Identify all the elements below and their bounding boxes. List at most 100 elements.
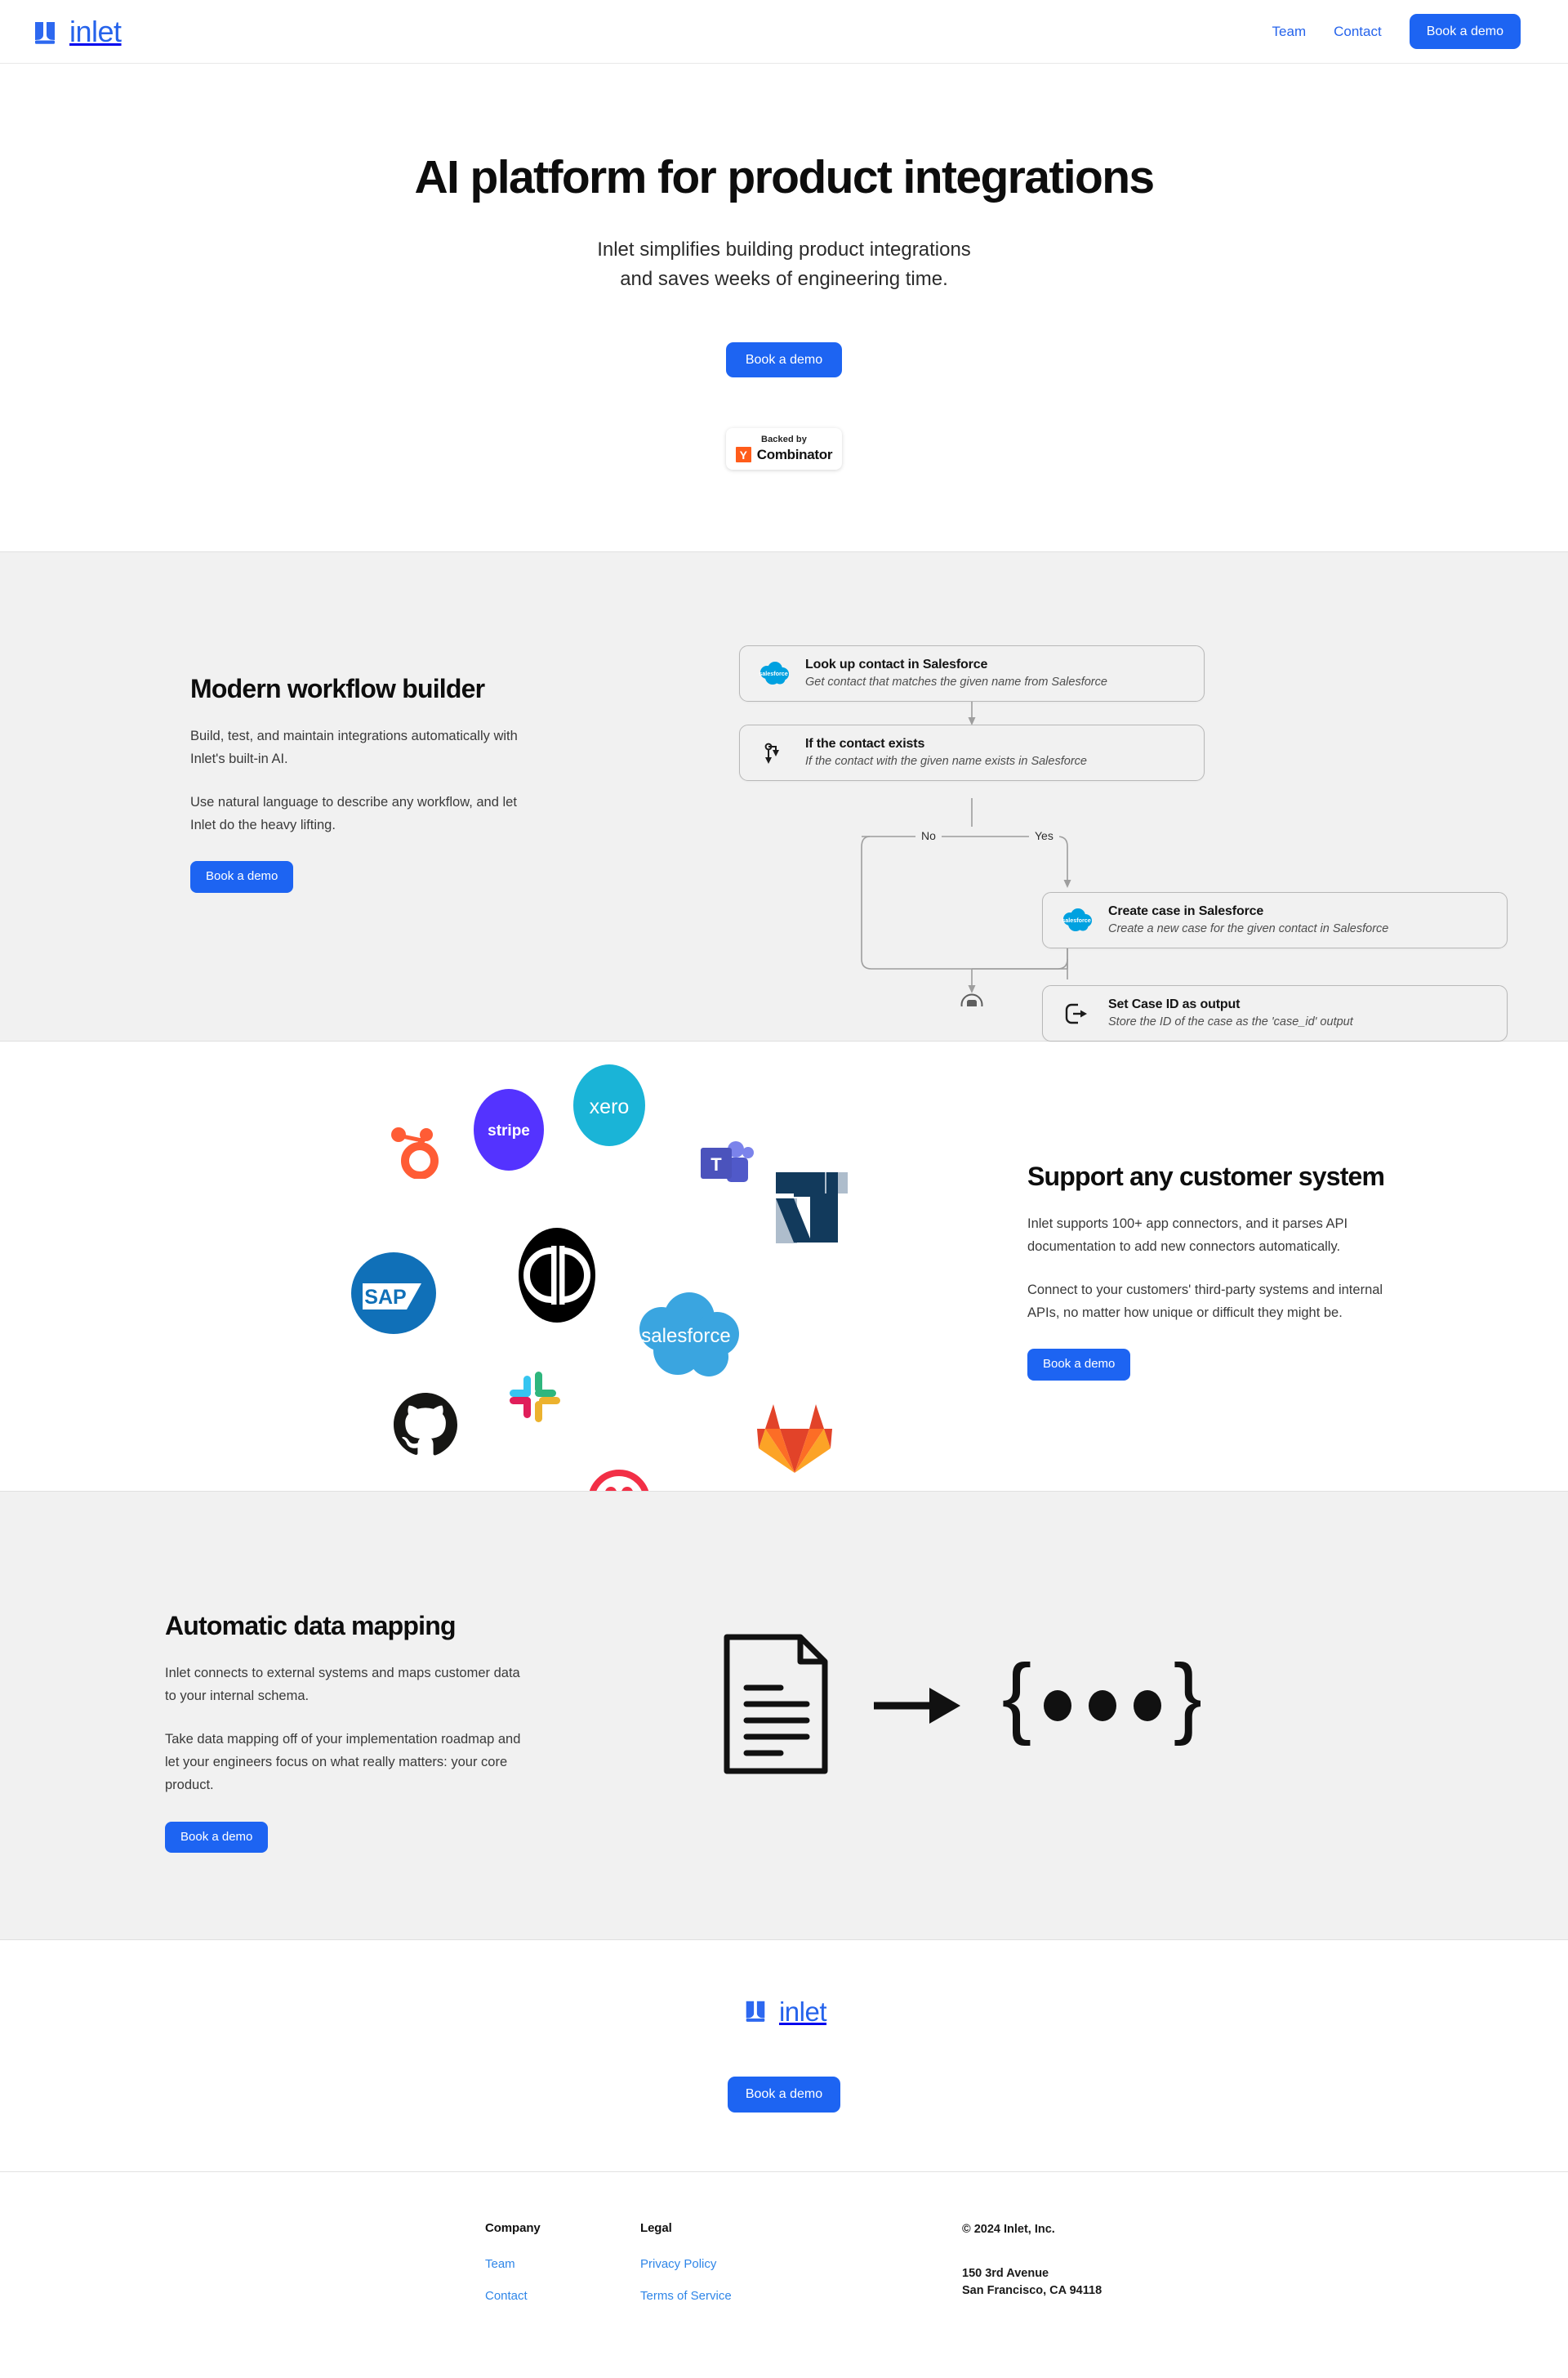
connectors-paragraph-2: Connect to your customers' third-party s… (1027, 1282, 1383, 1320)
document-icon (724, 1634, 828, 1774)
footer-book-demo-button[interactable]: Book a demo (727, 2077, 841, 2113)
hubspot-logo (384, 1118, 444, 1183)
ycombinator-y-icon: Y (735, 447, 751, 463)
workflow-node-description: Store the ID of the case as the 'case_id… (1108, 1015, 1353, 1029)
footer-link-contact[interactable]: Contact (485, 2289, 541, 2303)
connector-logo-cloud: stripe xero T SAP salesforce (351, 1064, 923, 1533)
nav-link-contact[interactable]: Contact (1334, 24, 1382, 40)
workflow-node-text: Look up contact in Salesforce Get contac… (805, 657, 1107, 690)
connectors-paragraph-1: Inlet supports 100+ app connectors, and … (1027, 1216, 1348, 1255)
branch-icon (755, 738, 792, 768)
netsuite-logo (776, 1167, 848, 1253)
sap-logo: SAP (351, 1252, 436, 1338)
footer-brand-logo-link[interactable]: inlet (742, 1996, 827, 2027)
hero-subtitle: Inlet simplifies building product integr… (0, 235, 1568, 295)
workflow-diagram: salesforce Look up contact in Salesforce… (739, 622, 1523, 1042)
footer-cta-wrap: Book a demo (0, 2077, 1568, 2113)
hero-subtitle-line-1: Inlet simplifies building product integr… (597, 238, 971, 261)
data-mapping-paragraph-2: Take data mapping off of your implementa… (165, 1731, 521, 1793)
footer-address-line-1: 150 3rd Avenue (962, 2266, 1049, 2280)
hero-book-demo-button[interactable]: Book a demo (725, 341, 843, 378)
footer-company-heading: Company (485, 2220, 541, 2235)
data-mapping-section-title: Automatic data mapping (165, 1611, 457, 1641)
footer-legal-heading: Legal (640, 2220, 672, 2235)
output-icon (1058, 999, 1095, 1028)
nav-link-team[interactable]: Team (1272, 24, 1307, 40)
svg-text:T: T (710, 1154, 722, 1175)
connectors-book-demo-button[interactable]: Book a demo (1027, 1349, 1131, 1381)
footer-column-meta: © 2024 Inlet, Inc. 150 3rd Avenue San Fr… (962, 2221, 1102, 2300)
footer-columns: Company Team Contact Legal Privacy Polic… (0, 2172, 1568, 2378)
salesforce-icon: salesforce (1058, 906, 1095, 935)
footer-cta-block: inlet Book a demo (0, 1940, 1568, 2171)
footer-link-team[interactable]: Team (485, 2257, 541, 2271)
page-footer: inlet Book a demo Company Team Contact L… (0, 1940, 1568, 2378)
workflow-branch-label-no: No (915, 829, 942, 843)
hero-section: AI platform for product integrations Inl… (0, 64, 1568, 552)
workflow-node-description: Create a new case for the given contact … (1108, 922, 1389, 936)
svg-text:stripe: stripe (488, 1122, 530, 1140)
ycombinator-badge-row: Y Combinator (735, 446, 833, 463)
slack-logo (506, 1368, 564, 1430)
quickbooks-logo (519, 1228, 595, 1327)
hero-title: AI platform for product integrations (414, 151, 1155, 203)
workflow-node-description: If the contact with the given name exist… (805, 755, 1087, 769)
connectors-section: stripe xero T SAP salesforce Support any… (0, 1042, 1568, 1533)
svg-text:salesforce: salesforce (641, 1325, 730, 1347)
salesforce-icon: salesforce (755, 659, 792, 689)
svg-text:salesforce: salesforce (759, 670, 788, 677)
svg-text:xero: xero (590, 1095, 630, 1118)
data-mapping-book-demo-button[interactable]: Book a demo (165, 1821, 269, 1854)
workflow-node-set-case-id[interactable]: Set Case ID as output Store the ID of th… (1042, 985, 1508, 1042)
hero-cta-wrap: Book a demo (0, 341, 1568, 378)
workflow-builder-section: Modern workflow builder Build, test, and… (0, 551, 1568, 1042)
workflow-node-create-case[interactable]: salesforce Create case in Salesforce Cre… (1042, 892, 1508, 949)
workflow-node-if-contact-exists[interactable]: If the contact exists If the contact wit… (739, 725, 1205, 782)
github-logo (390, 1391, 461, 1466)
workflow-node-title: Create case in Salesforce (1108, 904, 1264, 919)
footer-brand-wordmark: inlet (778, 1996, 827, 2027)
xero-logo: xero (573, 1064, 645, 1150)
workflow-node-lookup-contact[interactable]: salesforce Look up contact in Salesforce… (739, 645, 1205, 703)
workflow-book-demo-button[interactable]: Book a demo (190, 861, 294, 893)
svg-text:}: } (1174, 1646, 1200, 1747)
nav-book-demo-button[interactable]: Book a demo (1409, 13, 1521, 50)
footer-address-line-2: San Francisco, CA 94118 (962, 2284, 1102, 2298)
workflow-section-title: Modern workflow builder (190, 674, 485, 704)
svg-text:SAP: SAP (364, 1286, 406, 1309)
workflow-node-text: If the contact exists If the contact wit… (805, 736, 1087, 770)
ycombinator-badge-tagline: Backed by (761, 434, 807, 444)
workflow-node-title: If the contact exists (805, 737, 925, 752)
data-mapping-illustration: { } (719, 1631, 1204, 1782)
data-mapping-paragraph-1: Inlet connects to external systems and m… (165, 1665, 520, 1704)
footer-link-terms-of-service[interactable]: Terms of Service (640, 2289, 732, 2303)
stripe-logo: stripe (474, 1089, 544, 1175)
footer-column-legal: Legal Privacy Policy Terms of Service (640, 2221, 732, 2303)
footer-copyright: © 2024 Inlet, Inc. (962, 2222, 1055, 2236)
workflow-branch-label-yes: Yes (1029, 829, 1059, 843)
gitlab-logo (755, 1399, 834, 1479)
salesforce-logo: salesforce (629, 1292, 743, 1390)
json-braces-icon: { } (1002, 1646, 1204, 1747)
footer-link-privacy-policy[interactable]: Privacy Policy (640, 2257, 732, 2271)
arrow-right-icon (874, 1688, 960, 1724)
data-mapping-copy-block: Automatic data mapping Inlet connects to… (165, 1610, 524, 1854)
inlet-logo-icon (31, 18, 59, 46)
brand-wordmark: inlet (69, 14, 122, 48)
connectors-section-title: Support any customer system (1027, 1162, 1385, 1192)
brand-logo-link[interactable]: inlet (31, 14, 122, 48)
data-mapping-section: Automatic data mapping Inlet connects to… (0, 1491, 1568, 1941)
workflow-copy-block: Modern workflow builder Build, test, and… (190, 673, 541, 893)
inlet-logo-icon (742, 1997, 769, 2025)
workflow-node-title: Set Case ID as output (1108, 997, 1241, 1012)
hero-subtitle-line-2: and saves weeks of engineering time. (620, 268, 948, 291)
footer-column-company: Company Team Contact (485, 2221, 541, 2303)
workflow-paragraph-2: Use natural language to describe any wor… (190, 794, 517, 832)
ycombinator-badge-name: Combinator (756, 446, 833, 462)
workflow-node-text: Create case in Salesforce Create a new c… (1108, 903, 1388, 937)
svg-text:{: { (1002, 1646, 1032, 1747)
svg-text:salesforce: salesforce (1062, 917, 1091, 924)
workflow-node-description: Get contact that matches the given name … (805, 676, 1107, 689)
workflow-node-title: Look up contact in Salesforce (805, 658, 988, 672)
connectors-copy-block: Support any customer system Inlet suppor… (1027, 1161, 1395, 1381)
